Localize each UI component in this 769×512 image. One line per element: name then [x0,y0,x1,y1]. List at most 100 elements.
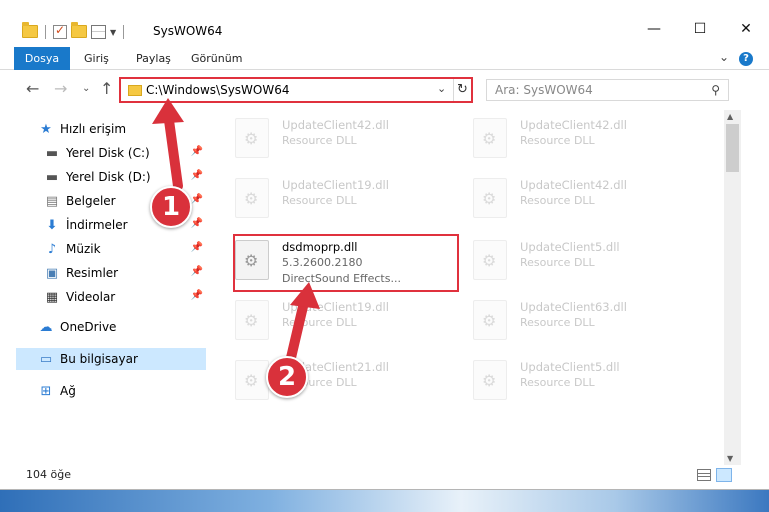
customize-toolbar-arrow-icon[interactable]: ▼ [110,28,116,37]
video-icon: ▦ [45,289,59,305]
file-type: Resource DLL [282,194,357,207]
dll-file-icon [235,300,269,340]
address-bar[interactable]: C:\Windows\SysWOW64 ⌄ ↻ [119,77,473,103]
pin-icon[interactable]: 📌 [191,242,203,253]
file-type: Resource DLL [282,134,357,147]
minimize-button[interactable]: — [631,14,677,44]
sidebar-item-music[interactable]: ♪ Müzik 📌 [44,238,206,260]
help-icon[interactable]: ? [739,52,753,66]
file-tile[interactable]: UpdateClient42.dll Resource DLL [448,112,678,164]
file-highlight-box [233,234,459,292]
search-placeholder: Ara: SysWOW64 [495,83,593,97]
scrollbar-thumb[interactable] [726,124,739,172]
sidebar-item-label: Videolar [66,290,116,304]
close-button[interactable]: ✕ [723,14,769,44]
refresh-icon[interactable]: ↻ [453,79,471,101]
explorer-window: ▼ SysWOW64 — ☐ ✕ Dosya Giriş Paylaş Görü… [0,0,769,490]
step-badge-1: 1 [150,186,192,228]
window-title: SysWOW64 [153,24,223,38]
file-tile[interactable]: UpdateClient5.dll Resource DLL [448,234,678,286]
dll-file-icon [235,360,269,400]
sidebar-item-label: İndirmeler [66,218,128,232]
recent-locations-chevron-icon[interactable]: ⌄ [82,83,90,94]
address-path[interactable]: C:\Windows\SysWOW64 [146,83,290,97]
tab-gorunum[interactable]: Görünüm [191,47,242,70]
file-tile[interactable]: UpdateClient42.dll Resource DLL [448,172,678,224]
file-tile[interactable]: UpdateClient21.dll Resource DLL [210,354,440,406]
sidebar-item-label: Bu bilgisayar [60,352,138,366]
up-arrow-icon[interactable]: ↑ [100,79,113,98]
sidebar-item-videos[interactable]: ▦ Videolar 📌 [44,286,206,308]
music-icon: ♪ [47,241,57,257]
back-arrow-icon[interactable]: ← [26,79,39,98]
tiles-view-icon[interactable] [716,468,732,482]
file-name: UpdateClient42.dll [520,118,627,132]
navigation-pane: ★ Hızlı erişim ▬ Yerel Disk (C:) 📌 ▬ Yer… [0,110,210,455]
forward-arrow-icon[interactable]: → [54,79,67,98]
sidebar-item-label: Belgeler [66,194,116,208]
pin-icon[interactable]: 📌 [191,194,203,205]
cloud-icon: ☁ [39,319,53,335]
file-tile[interactable]: UpdateClient19.dll Resource DLL [210,172,440,224]
maximize-button[interactable]: ☐ [677,14,723,44]
search-icon[interactable]: ⚲ [711,83,720,97]
vertical-scrollbar[interactable]: ▲ ▼ [724,110,741,465]
documents-icon: ▤ [45,193,59,209]
tab-paylas[interactable]: Paylaş [136,47,171,70]
sidebar-item-label: Yerel Disk (D:) [66,170,151,184]
toolbar-separator [123,25,125,39]
computer-icon: ▭ [39,351,53,367]
search-input[interactable]: Ara: SysWOW64 ⚲ [486,79,729,101]
file-type: Resource DLL [520,256,595,269]
pin-icon[interactable]: 📌 [191,266,203,277]
file-tile[interactable]: UpdateClient5.dll Resource DLL [448,354,678,406]
dll-file-icon [473,240,507,280]
sidebar-item-label: Hızlı erişim [60,122,127,136]
file-name: UpdateClient63.dll [520,300,627,314]
pin-icon[interactable]: 📌 [191,218,203,229]
sidebar-item-onedrive[interactable]: ☁ OneDrive [38,316,206,338]
file-tile[interactable]: UpdateClient63.dll Resource DLL [448,294,678,346]
file-name: UpdateClient19.dll [282,178,389,192]
sidebar-item-quick-access[interactable]: ★ Hızlı erişim [38,118,206,140]
sidebar-item-label: Resimler [66,266,119,280]
pin-icon[interactable]: 📌 [191,146,203,157]
star-icon: ★ [40,121,52,137]
expand-ribbon-icon[interactable]: ⌄ [719,50,729,64]
sidebar-item-local-disk-c[interactable]: ▬ Yerel Disk (C:) 📌 [44,142,206,164]
pin-icon[interactable]: 📌 [191,290,203,301]
navigation-bar: ← → ⌄ ↑ C:\Windows\SysWOW64 ⌄ ↻ Ara: Sys… [0,71,769,109]
toolbar-separator [45,25,46,39]
network-icon: ⊞ [40,383,52,399]
tab-giris[interactable]: Giriş [84,47,109,70]
details-view-icon[interactable] [697,469,711,481]
file-name: UpdateClient5.dll [520,360,620,374]
sidebar-item-label: Yerel Disk (C:) [66,146,150,160]
tab-dosya[interactable]: Dosya [14,47,70,70]
properties-check-icon[interactable] [53,23,67,39]
dll-file-icon [473,360,507,400]
pin-icon[interactable]: 📌 [191,170,203,181]
scroll-up-arrow-icon[interactable]: ▲ [727,112,733,121]
sidebar-item-network[interactable]: ⊞ Ağ [38,380,206,402]
drive-icon: ▬ [45,169,59,185]
scroll-down-arrow-icon[interactable]: ▼ [727,454,733,463]
sidebar-item-this-pc[interactable]: ▭ Bu bilgisayar [16,348,206,370]
file-tile[interactable]: UpdateClient19.dll Resource DLL [210,294,440,346]
file-type: Resource DLL [282,316,357,329]
window-controls: — ☐ ✕ [631,14,769,44]
title-bar: ▼ SysWOW64 — ☐ ✕ [0,0,769,46]
dll-file-icon [473,118,507,158]
dll-file-icon [235,178,269,218]
sidebar-item-local-disk-d[interactable]: ▬ Yerel Disk (D:) 📌 [44,166,206,188]
properties-icon[interactable] [91,25,106,39]
step-badge-2: 2 [266,356,308,398]
address-dropdown-icon[interactable]: ⌄ [437,82,446,95]
new-folder-icon[interactable] [71,22,87,39]
sidebar-item-pictures[interactable]: ▣ Resimler 📌 [44,262,206,284]
sidebar-item-label: Ağ [60,384,76,398]
file-type: Resource DLL [520,194,595,207]
dll-file-icon [235,118,269,158]
quick-access-toolbar: ▼ [22,22,127,42]
file-tile[interactable]: UpdateClient42.dll Resource DLL [210,112,440,164]
